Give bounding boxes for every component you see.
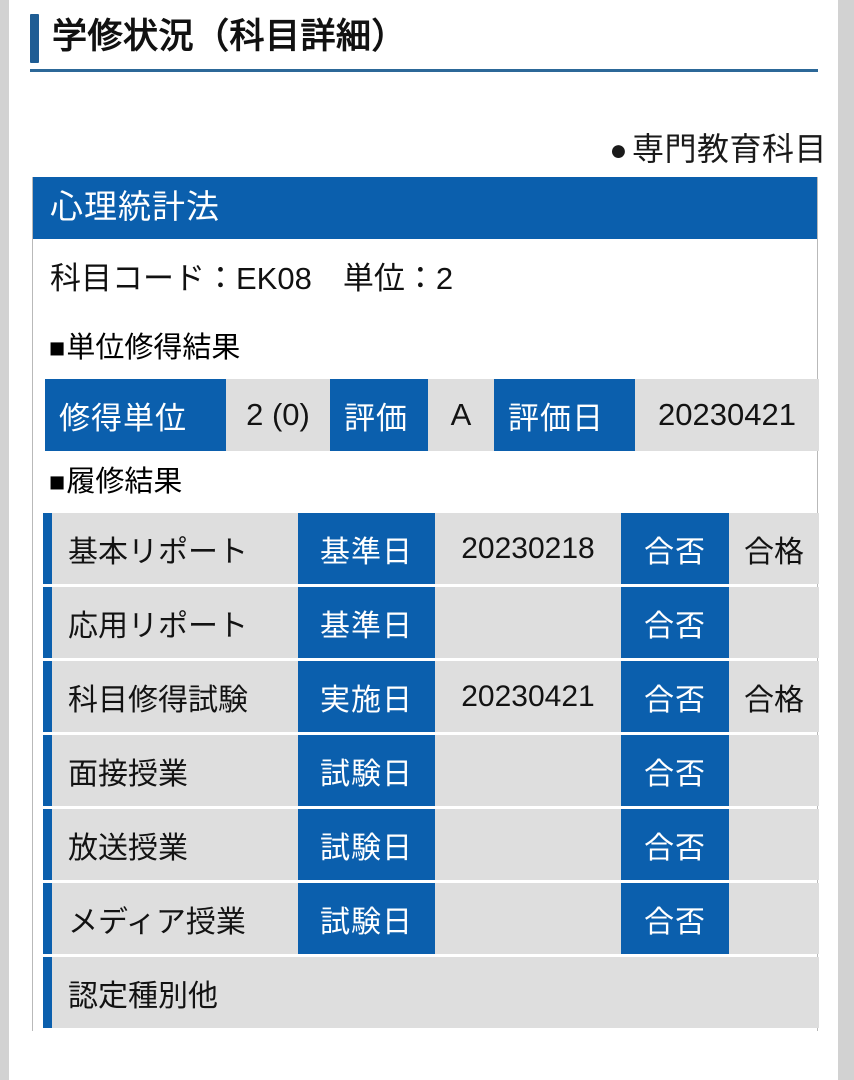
title-divider [30,69,818,72]
row-name: 認定種別他 [52,957,819,1028]
grade-value: A [428,379,494,451]
row-name: 基本リポート [52,513,298,584]
course-category: ● 専門教育科目 [609,124,827,170]
earned-credits-value: 2 (0) [226,379,330,451]
row-date-value [435,735,621,806]
row-pass-label: 合否 [621,809,729,880]
row-accent-bar [43,883,52,954]
row-name: 科目修得試験 [52,661,298,732]
row-pass-value [729,883,819,954]
credit-result-heading-text: 単位修得結果 [66,332,241,364]
row-pass-value [729,587,819,658]
course-meta: 科目コード：EK08 単位：2 [33,239,817,317]
row-date-value: 20230218 [435,513,621,584]
square-marker-icon: ■ [49,333,66,363]
table-row: 面接授業 試験日 合否 [43,735,819,806]
filled-circle-icon: ● [609,134,628,167]
row-date-value [435,809,621,880]
course-category-label: 専門教育科目 [631,131,827,167]
document-page: 学修状況（科目詳細） ● 専門教育科目 心理統計法 科目コード：EK08 単位：2… [9,0,838,1080]
row-accent-bar [43,957,52,1028]
table-row: メディア授業 試験日 合否 [43,883,819,954]
row-name: 放送授業 [52,809,298,880]
row-pass-label: 合否 [621,513,729,584]
grade-date-value: 20230421 [635,379,819,451]
table-row: 科目修得試験 実施日 20230421 合否 合格 [43,661,819,732]
square-marker-icon: ■ [49,467,66,497]
table-row: 認定種別他 [43,957,819,1028]
row-pass-label: 合否 [621,661,729,732]
row-date-value [435,883,621,954]
row-date-value: 20230421 [435,661,621,732]
row-accent-bar [43,513,52,584]
course-card: 心理統計法 科目コード：EK08 単位：2 ■単位修得結果 修得単位 2 (0)… [32,177,819,1031]
page-header: 学修状況（科目詳細） [9,0,838,78]
row-date-label: 基準日 [298,513,435,584]
table-row: 基本リポート 基準日 20230218 合否 合格 [43,513,819,584]
row-accent-bar [43,661,52,732]
page-title: 学修状況（科目詳細） [52,17,408,56]
row-date-label: 試験日 [298,809,435,880]
grade-label: 評価 [330,379,428,451]
row-pass-value [729,735,819,806]
table-row: 放送授業 試験日 合否 [43,809,819,880]
enrollment-result-heading-text: 履修結果 [66,466,183,498]
row-pass-value: 合格 [729,513,819,584]
credit-result-row: 修得単位 2 (0) 評価 A 評価日 20230421 [45,379,819,451]
row-date-label: 実施日 [298,661,435,732]
earned-credits-label: 修得単位 [45,379,226,451]
row-date-label: 基準日 [298,587,435,658]
course-name: 心理統計法 [33,177,817,239]
table-row: 応用リポート 基準日 合否 [43,587,819,658]
row-pass-value: 合格 [729,661,819,732]
row-pass-value [729,809,819,880]
grade-date-label: 評価日 [494,379,635,451]
row-name: 面接授業 [52,735,298,806]
row-date-label: 試験日 [298,883,435,954]
enrollment-result-heading: ■履修結果 [33,451,817,513]
row-accent-bar [43,587,52,658]
row-date-value [435,587,621,658]
row-pass-label: 合否 [621,883,729,954]
row-name: メディア授業 [52,883,298,954]
row-accent-bar [43,809,52,880]
row-name: 応用リポート [52,587,298,658]
row-accent-bar [43,735,52,806]
enrollment-result-table: 基本リポート 基準日 20230218 合否 合格 応用リポート 基準日 合否 … [43,513,819,1028]
row-pass-label: 合否 [621,735,729,806]
row-pass-label: 合否 [621,587,729,658]
row-date-label: 試験日 [298,735,435,806]
credit-result-heading: ■単位修得結果 [33,317,817,379]
title-accent-bar [30,14,39,63]
